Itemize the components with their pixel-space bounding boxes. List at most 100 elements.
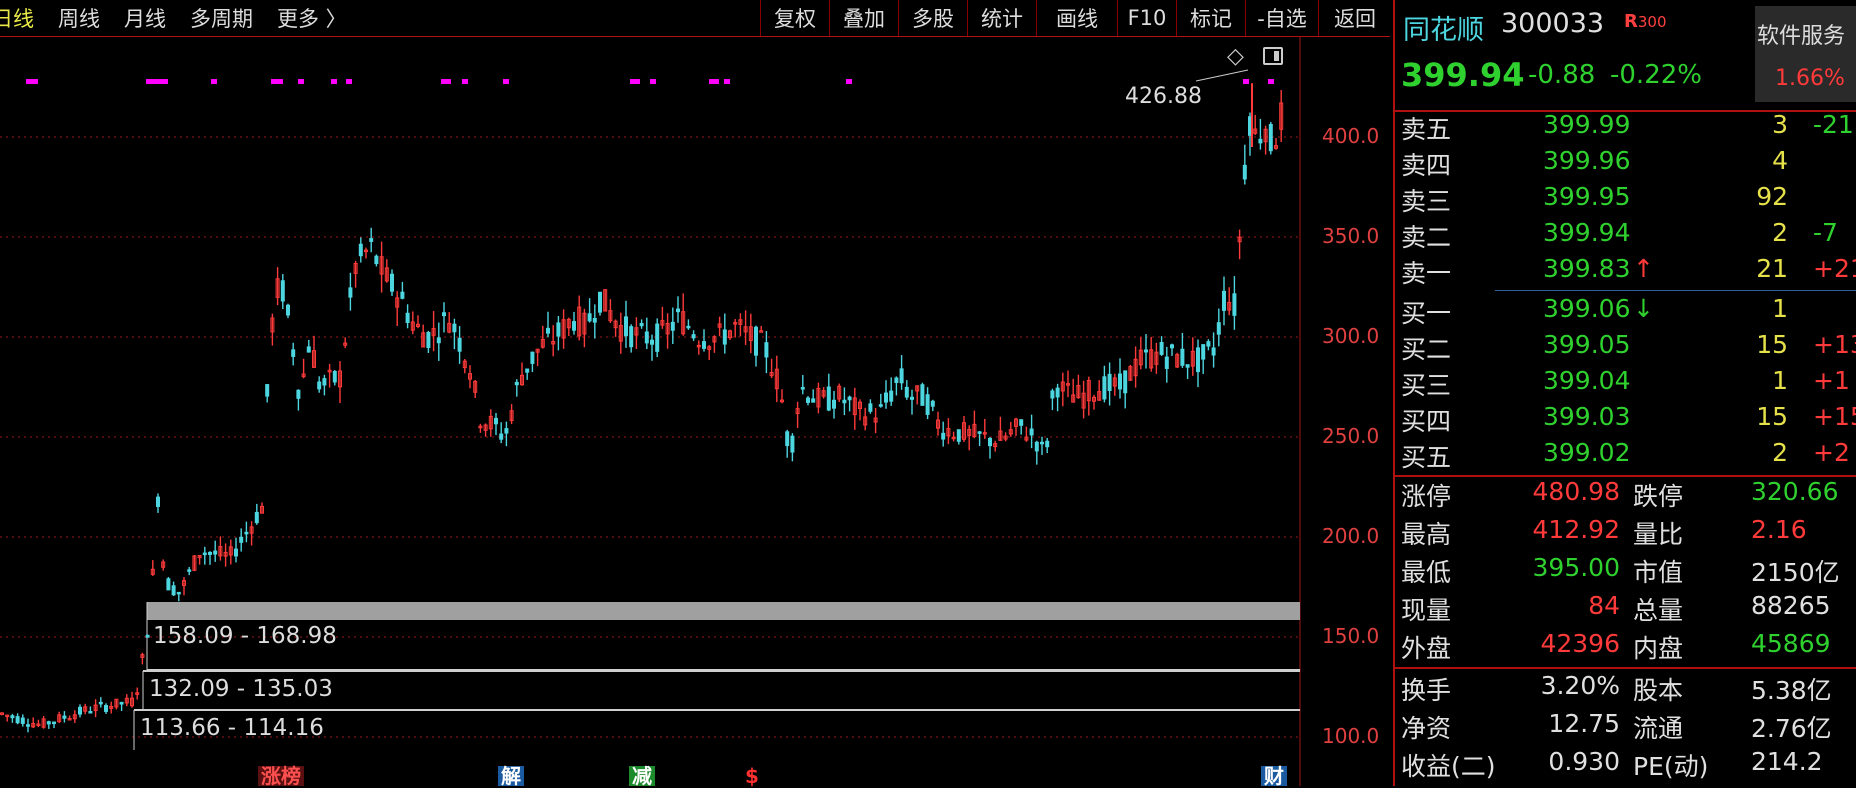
level-volume: 1 [1772, 366, 1788, 395]
candle-body [988, 437, 992, 447]
sell-level-row[interactable]: 卖三 399.95 92 [1395, 182, 1856, 218]
price-chart-svg[interactable] [0, 37, 1393, 786]
candle-body [202, 552, 207, 556]
tab-multi-period[interactable]: 多周期 [178, 3, 265, 33]
draw-line-button[interactable]: 画线 [1036, 0, 1117, 36]
sell-level-row[interactable]: 卖四 399.96 4 [1395, 146, 1856, 182]
level-label: 卖一 [1401, 259, 1452, 288]
event-unlock[interactable]: 解 [498, 766, 524, 786]
back-button[interactable]: 返回 [1318, 0, 1391, 36]
stat-label: 内盘 [1633, 634, 1684, 663]
signal-marker [271, 79, 283, 84]
market-badge: R300 [1624, 11, 1667, 32]
candle-body [556, 322, 561, 337]
candle-body [592, 317, 597, 323]
buy-level-row[interactable]: 买二 399.05 15 +13 [1395, 330, 1856, 366]
candle-body [1123, 370, 1128, 394]
stats-row: 现量 84 总量 88265 [1395, 591, 1856, 627]
sector-label: 软件服务 [1757, 24, 1846, 49]
signal-marker [26, 79, 38, 84]
level-label: 卖三 [1401, 187, 1452, 216]
level-volume: 1 [1772, 294, 1788, 323]
watchlist-remove-button[interactable]: -自选 [1245, 0, 1318, 36]
f10-button[interactable]: F10 [1117, 0, 1176, 36]
buy-level-row[interactable]: 买四 399.03 15 +15 [1395, 402, 1856, 438]
sell-level-row[interactable]: 卖二 399.94 2 -7 [1395, 218, 1856, 254]
arrow-down-icon: ↓ [1633, 294, 1654, 323]
y-tick-150: 150.0 [1322, 624, 1380, 648]
candle-body [650, 339, 654, 345]
signal-marker [346, 79, 352, 84]
mark-button[interactable]: 标记 [1176, 0, 1245, 36]
candle-body [280, 280, 285, 302]
event-financial[interactable]: 财 [1261, 766, 1287, 786]
buy-level-row[interactable]: 买三 399.04 1 +1 [1395, 366, 1856, 402]
candle-body [1159, 342, 1164, 355]
level-delta: +13 [1813, 330, 1856, 359]
candle-body [514, 381, 519, 386]
sell-level-row[interactable]: 卖一 399.83↑ 21 +21 [1395, 254, 1856, 290]
stat-label: 涨停 [1401, 482, 1452, 511]
stat-label: 跌停 [1633, 482, 1684, 511]
diamond-icon[interactable]: ◇ [1227, 44, 1244, 69]
statistics-button[interactable]: 统计 [967, 0, 1036, 36]
zone-label-2: 132.09 - 135.03 [149, 676, 333, 702]
stats-row: 最高 412.92 量比 2.16 [1395, 515, 1856, 551]
buy-level-row[interactable]: 买一 399.06 ↓ 1 [1395, 294, 1856, 330]
candle-body [1232, 293, 1237, 316]
restore-rights-button[interactable]: 复权 [760, 0, 829, 36]
level-label: 卖五 [1401, 115, 1452, 144]
tab-daily[interactable]: 日线 [0, 3, 46, 33]
event-top-gainers[interactable]: 涨榜 [258, 766, 304, 786]
candle-body [644, 331, 649, 344]
candle-body [956, 429, 961, 442]
candle-body [878, 404, 883, 407]
sell-level-row[interactable]: 卖五 399.99 3 -21 [1395, 110, 1856, 146]
level-delta: +21 [1813, 254, 1856, 283]
candle-body [1170, 344, 1174, 349]
candle-body [1242, 164, 1247, 180]
price-change: -0.88 [1528, 60, 1596, 90]
candle-body [1180, 348, 1185, 366]
signal-marker [146, 79, 168, 84]
y-tick-250: 250.0 [1322, 424, 1380, 448]
stat-label: 流通 [1633, 714, 1684, 743]
candle-body [426, 331, 431, 348]
tab-more[interactable]: 更多 〉 [265, 3, 359, 33]
stat-value: 42396 [1540, 629, 1620, 658]
stat-value: 12.75 [1548, 709, 1620, 738]
candle-body [369, 238, 374, 242]
candle-body [104, 705, 108, 712]
candle-body [62, 715, 67, 719]
event-dividend[interactable]: $ [742, 766, 762, 786]
candle-body [457, 337, 462, 352]
level-volume: 15 [1756, 402, 1788, 431]
level-label: 买四 [1401, 407, 1452, 436]
level-price: 399.94 [1543, 218, 1631, 247]
candle-body [208, 551, 212, 555]
candle-body [254, 511, 259, 524]
level-price: 399.99 [1543, 110, 1631, 139]
candle-body [722, 329, 727, 345]
stats-row: 换手 3.20% 股本 5.38亿 [1395, 671, 1856, 707]
window-toggle-icon[interactable] [1263, 47, 1283, 65]
stat-value: 5.38亿 [1751, 676, 1832, 705]
level-delta: +15 [1813, 402, 1856, 431]
candle-body [826, 386, 831, 411]
event-reduction[interactable]: 减 [629, 766, 655, 786]
candle-body [894, 377, 899, 384]
tab-weekly[interactable]: 周线 [46, 3, 112, 33]
level-volume: 15 [1756, 330, 1788, 359]
candlestick-chart[interactable]: 158.09 - 168.98 132.09 - 135.03 113.66 -… [0, 37, 1393, 786]
tab-monthly[interactable]: 月线 [112, 3, 178, 33]
stats-row: 最低 395.00 市值 2150亿 [1395, 553, 1856, 589]
buy-level-row[interactable]: 买五 399.02 2 +2 [1395, 438, 1856, 474]
sector-box[interactable]: 软件服务 1.66% [1755, 6, 1856, 102]
candle-body [504, 428, 509, 434]
candle-body [52, 721, 56, 725]
candle-body [156, 496, 160, 507]
multi-stock-button[interactable]: 多股 [898, 0, 967, 36]
support-zone-band [147, 602, 1300, 620]
overlay-button[interactable]: 叠加 [829, 0, 898, 36]
stock-code: 300033 [1501, 8, 1605, 39]
